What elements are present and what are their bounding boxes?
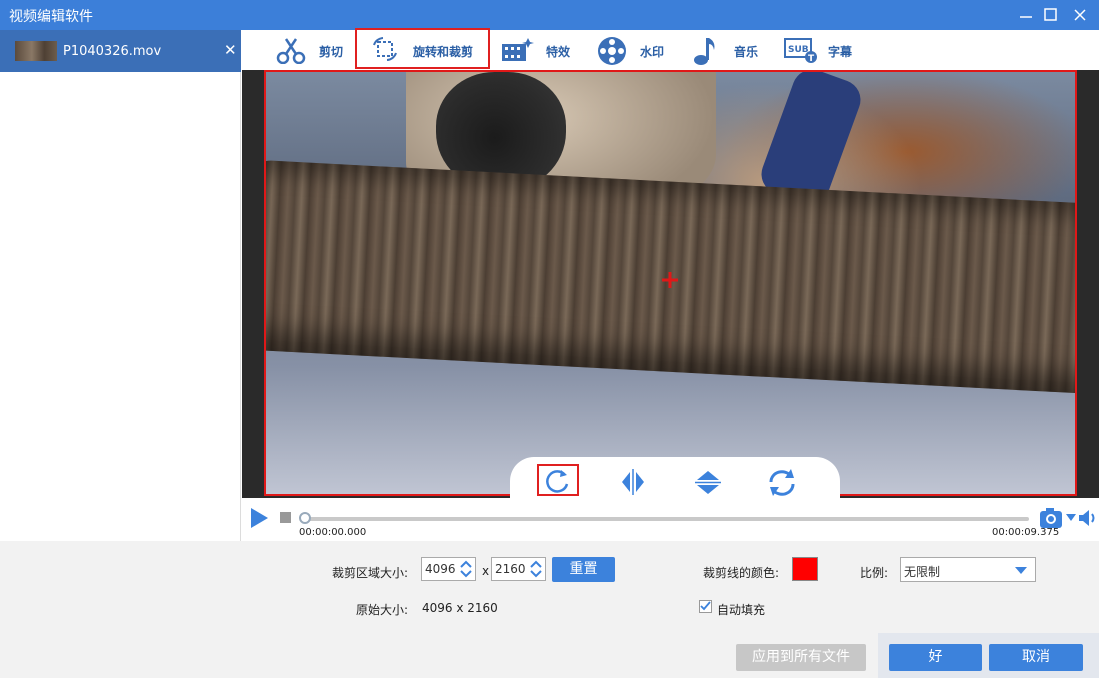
window-title: 视频编辑软件 <box>9 9 93 25</box>
scissors-icon <box>276 38 306 64</box>
chevron-down-icon <box>1015 567 1027 574</box>
tab-music-label: 音乐 <box>734 45 759 59</box>
tab-effects-label: 特效 <box>546 45 571 59</box>
title-bar: 视频编辑软件 <box>0 0 1099 30</box>
snapshot-camera-icon[interactable] <box>1038 506 1066 530</box>
playback-bar: 00:00:00.000 00:00:09.375 <box>242 498 1099 541</box>
tab-subtitle-label: 字幕 <box>828 45 853 59</box>
flip-horizontal-icon <box>622 469 644 495</box>
svg-text:SUB: SUB <box>788 45 809 55</box>
file-list-sidebar: P1040326.mov ✕ <box>0 30 241 541</box>
subtitle-icon: SUB T <box>784 38 817 64</box>
tab-subtitle[interactable]: SUB T 字幕 <box>784 30 864 70</box>
timeline-track[interactable] <box>304 517 1029 521</box>
timeline-handle[interactable] <box>299 512 311 524</box>
reset-transform-button[interactable] <box>761 464 803 496</box>
crop-width-input[interactable]: 4096 <box>421 557 476 581</box>
checkmark-icon <box>700 601 711 611</box>
tab-effects[interactable]: 特效 <box>500 30 580 70</box>
stop-icon[interactable] <box>280 512 291 523</box>
svg-text:T: T <box>808 54 815 64</box>
crop-frame[interactable] <box>264 70 1077 496</box>
crop-center-cross-icon <box>662 272 678 288</box>
file-name: P1040326.mov <box>63 44 162 59</box>
tab-music[interactable]: 音乐 <box>692 30 772 70</box>
tab-cut[interactable]: 剪切 <box>276 30 356 70</box>
tab-cut-label: 剪切 <box>319 45 344 59</box>
tab-rotate-label: 旋转和裁剪 <box>413 45 474 59</box>
apply-to-all-button[interactable]: 应用到所有文件 <box>736 644 866 671</box>
original-size-value: 4096 x 2160 <box>422 601 498 615</box>
width-stepper-icon[interactable] <box>460 560 472 578</box>
reset-button[interactable]: 重置 <box>552 557 615 582</box>
cancel-button[interactable]: 取消 <box>989 644 1083 671</box>
remove-file-icon[interactable]: ✕ <box>224 41 237 59</box>
tab-watermark-label: 水印 <box>640 45 665 59</box>
crop-settings-panel: 裁剪区域大小: 4096 x 2160 重置 原始大小: 4096 x 2160… <box>0 541 1099 678</box>
autofill-checkbox[interactable] <box>699 600 712 613</box>
video-preview <box>242 70 1099 498</box>
rotate-clockwise-icon <box>546 470 569 493</box>
crop-line-color-swatch[interactable] <box>792 557 818 581</box>
ratio-value: 无限制 <box>904 565 941 579</box>
original-size-label: 原始大小: <box>356 603 409 617</box>
crop-height-input[interactable]: 2160 <box>491 557 546 581</box>
tab-watermark[interactable]: 水印 <box>596 30 676 70</box>
maximize-button[interactable] <box>1037 0 1065 30</box>
flip-vertical-icon <box>695 471 721 494</box>
snapshot-dropdown-icon[interactable] <box>1066 514 1076 522</box>
crop-height-value: 2160 <box>495 562 526 576</box>
ok-button[interactable]: 好 <box>889 644 982 671</box>
volume-icon[interactable] <box>1078 509 1098 527</box>
effects-icon <box>502 38 534 61</box>
refresh-icon <box>769 469 795 496</box>
crop-rotate-icon <box>373 37 397 61</box>
rotate-clockwise-button[interactable] <box>537 464 579 496</box>
ratio-select[interactable]: 无限制 <box>900 557 1036 582</box>
music-note-icon <box>694 38 715 65</box>
play-icon[interactable] <box>249 507 269 529</box>
crop-line-color-label: 裁剪线的颜色: <box>703 566 780 580</box>
dimension-separator: x <box>482 564 490 578</box>
height-stepper-icon[interactable] <box>530 560 542 578</box>
minimize-button[interactable] <box>1012 0 1040 30</box>
file-list-item[interactable]: P1040326.mov ✕ <box>0 30 241 72</box>
crop-area-label: 裁剪区域大小: <box>332 566 409 580</box>
watermark-icon <box>598 37 626 65</box>
editor-tabs: 剪切 旋转和裁剪 特效 水印 音乐 SUB T 字幕 <box>242 28 1099 70</box>
video-thumbnail <box>15 41 57 61</box>
crop-width-value: 4096 <box>425 562 456 576</box>
current-time: 00:00:00.000 <box>299 527 367 538</box>
flip-vertical-button[interactable] <box>687 464 729 496</box>
autofill-label: 自动填充 <box>717 603 766 617</box>
ratio-label: 比例: <box>860 566 889 580</box>
close-button[interactable] <box>1066 0 1094 30</box>
tab-rotate-crop[interactable]: 旋转和裁剪 <box>355 28 490 69</box>
flip-horizontal-button[interactable] <box>612 464 654 496</box>
